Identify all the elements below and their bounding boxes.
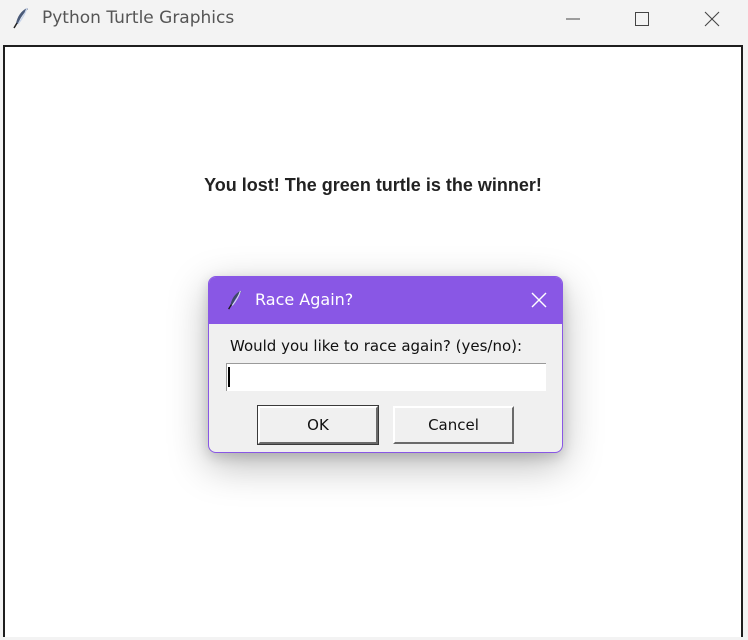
result-message: You lost! The green turtle is the winner… [204, 175, 542, 195]
dialog-titlebar[interactable]: Race Again? [209, 277, 562, 324]
race-again-dialog: Race Again? Would you like to race again… [208, 276, 563, 453]
minimize-button[interactable] [538, 0, 608, 36]
text-cursor [228, 367, 230, 387]
feather-icon [225, 288, 245, 312]
close-icon [531, 292, 547, 308]
dialog-prompt: Would you like to race again? (yes/no): [230, 337, 523, 355]
close-icon [704, 11, 720, 27]
window-title: Python Turtle Graphics [42, 8, 235, 28]
dialog-close-button[interactable] [524, 285, 554, 315]
cancel-button[interactable]: Cancel [393, 406, 514, 444]
close-button[interactable] [677, 0, 747, 36]
ok-button[interactable]: OK [257, 405, 379, 445]
maximize-button[interactable] [607, 0, 677, 36]
minimize-icon [566, 18, 580, 20]
maximize-icon [635, 12, 649, 26]
dialog-title: Race Again? [255, 290, 354, 309]
answer-input[interactable] [226, 363, 546, 391]
feather-icon [10, 6, 32, 30]
window-titlebar[interactable]: Python Turtle Graphics [0, 0, 748, 36]
